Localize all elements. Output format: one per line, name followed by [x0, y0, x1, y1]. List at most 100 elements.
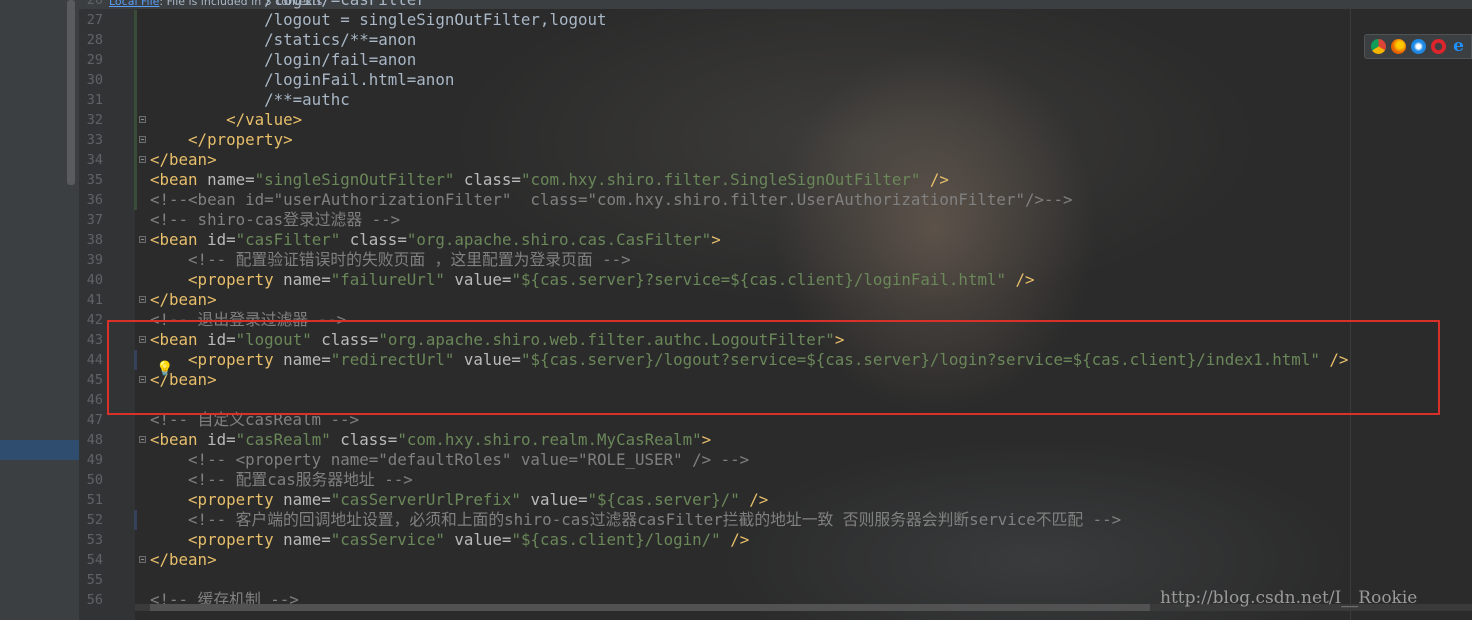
code-text: <!-- <property name="defaultRoles" value…	[150, 450, 749, 470]
code-line[interactable]: 48 <bean id="casRealm" class="com.hxy.shi…	[0, 430, 1472, 450]
vcs-change-marker[interactable]	[134, 190, 137, 210]
vcs-change-marker[interactable]	[134, 30, 137, 50]
code-line[interactable]: 49 <!-- <property name="defaultRoles" va…	[0, 450, 1472, 470]
code-text: <!--<bean id="userAuthorizationFilter" c…	[150, 190, 1073, 210]
code-line[interactable]: 27 /logout = singleSignOutFilter,logout	[0, 10, 1472, 30]
code-text: <property name="failureUrl" value="${cas…	[150, 270, 1035, 290]
line-number: 41	[86, 292, 103, 308]
line-number: 36	[86, 192, 103, 208]
code-text: /login/fail=anon	[150, 50, 416, 70]
code-line[interactable]: 38 <bean id="casFilter" class="org.apache…	[0, 230, 1472, 250]
fold-marker-icon[interactable]	[139, 116, 146, 123]
code-line[interactable]: 26 /login/=casFilter	[0, 0, 1472, 10]
code-token: "casServerUrlPrefix"	[330, 490, 531, 509]
code-line[interactable]: 53 <property name="casService" value="${…	[0, 530, 1472, 550]
code-line[interactable]: 34 </bean>	[0, 150, 1472, 170]
vcs-change-marker[interactable]	[134, 130, 137, 150]
line-number: 33	[86, 132, 103, 148]
code-text: <!-- 配置验证错误时的失败页面 ，这里配置为登录页面 -->	[150, 250, 631, 270]
code-token: </bean>	[150, 290, 217, 309]
line-number: 43	[86, 332, 103, 348]
code-text: <bean id="casFilter" class="org.apache.s…	[150, 230, 721, 250]
line-number: 53	[86, 532, 103, 548]
code-token: "failureUrl"	[330, 270, 455, 289]
vcs-change-marker[interactable]	[134, 90, 137, 110]
vcs-change-marker[interactable]	[134, 510, 137, 530]
code-line[interactable]: 30 /loginFail.html=anon	[0, 70, 1472, 90]
code-line[interactable]: 31 /**=authc	[0, 90, 1472, 110]
code-token: "singleSignOutFilter"	[254, 170, 464, 189]
code-token: name=	[283, 490, 331, 509]
line-number: 38	[86, 232, 103, 248]
code-line[interactable]: 29 /login/fail=anon	[0, 50, 1472, 70]
lightbulb-icon[interactable]: 💡	[156, 360, 173, 378]
code-text: </property>	[150, 130, 293, 150]
open-in-browser-bar: e	[1364, 34, 1472, 59]
code-token: "${cas.server}?service=${cas.client}/log…	[511, 270, 1016, 289]
code-line[interactable]: 54 </bean>	[0, 550, 1472, 570]
code-line[interactable]: 36 <!--<bean id="userAuthorizationFilter"…	[0, 190, 1472, 210]
fold-marker-icon[interactable]	[139, 436, 146, 443]
code-line[interactable]: 41 </bean>	[0, 290, 1472, 310]
code-token: <bean	[150, 170, 208, 189]
safari-icon[interactable]	[1411, 39, 1426, 54]
code-line[interactable]: 40 <property name="failureUrl" value="${…	[0, 270, 1472, 290]
line-number: 50	[86, 472, 103, 488]
line-number: 55	[86, 572, 103, 588]
code-token: class=	[349, 230, 407, 249]
opera-icon[interactable]	[1431, 39, 1446, 54]
code-token: id=	[207, 230, 236, 249]
code-token: "${cas.client}/login/"	[511, 530, 731, 549]
fold-marker-icon[interactable]	[139, 136, 146, 143]
code-token: <property	[150, 270, 284, 289]
line-number: 49	[86, 452, 103, 468]
code-token: </property>	[150, 130, 293, 149]
code-token: "com.hxy.shiro.filter.SingleSignOutFilte…	[520, 170, 930, 189]
code-line[interactable]: 52 <!-- 客户端的回调地址设置，必须和上面的shiro-cas过滤器cas…	[0, 510, 1472, 530]
code-text: /**=authc	[150, 90, 350, 110]
code-line[interactable]: 35 <bean name="singleSignOutFilter" class…	[0, 170, 1472, 190]
fold-marker-icon[interactable]	[139, 556, 146, 563]
vcs-change-marker[interactable]	[134, 110, 137, 130]
code-line[interactable]: 37 <!-- shiro-cas登录过滤器 -->	[0, 210, 1472, 230]
code-text: </bean>	[150, 290, 217, 310]
code-token: /loginFail.html=anon	[150, 70, 455, 89]
line-number: 47	[86, 412, 103, 428]
code-token: </bean>	[150, 550, 217, 569]
code-text: /logout = singleSignOutFilter,logout	[150, 10, 607, 30]
code-line[interactable]: 39 <!-- 配置验证错误时的失败页面 ，这里配置为登录页面 -->	[0, 250, 1472, 270]
code-token: /login/=casFilter	[150, 0, 426, 9]
fold-marker-icon[interactable]	[139, 236, 146, 243]
vcs-change-marker[interactable]	[134, 10, 137, 30]
line-number: 46	[86, 392, 103, 408]
line-number: 28	[86, 32, 103, 48]
line-number: 42	[86, 312, 103, 328]
vcs-change-marker[interactable]	[134, 50, 137, 70]
code-token: value=	[454, 530, 512, 549]
code-token: /login/fail=anon	[150, 50, 417, 69]
code-token: <!-- <property name="defaultRoles" value…	[150, 450, 750, 469]
code-line[interactable]: 50 <!-- 配置cas服务器地址 -->	[0, 470, 1472, 490]
code-token: />	[1015, 270, 1035, 289]
code-line[interactable]: 55	[0, 570, 1472, 590]
line-number: 52	[86, 512, 103, 528]
vcs-change-marker[interactable]	[134, 150, 137, 170]
firefox-icon[interactable]	[1391, 39, 1406, 54]
fold-marker-icon[interactable]	[139, 296, 146, 303]
chrome-icon[interactable]	[1371, 39, 1386, 54]
code-line[interactable]: 32 </value>	[0, 110, 1472, 130]
code-line[interactable]: 28 /statics/**=anon	[0, 30, 1472, 50]
code-token: "casFilter"	[235, 230, 350, 249]
line-number: 26	[86, 0, 103, 8]
line-number: 34	[86, 152, 103, 168]
horizontal-scrollbar-thumb[interactable]	[150, 604, 1150, 611]
vcs-change-marker[interactable]	[134, 170, 137, 190]
code-line[interactable]: 33 </property>	[0, 130, 1472, 150]
code-line[interactable]: 51 <property name="casServerUrlPrefix" v…	[0, 490, 1472, 510]
ie-icon[interactable]: e	[1451, 38, 1466, 55]
code-token: /logout = singleSignOutFilter,logout	[150, 10, 607, 29]
line-number: 40	[86, 272, 103, 288]
code-token: "${cas.server}/"	[587, 490, 750, 509]
vcs-change-marker[interactable]	[134, 70, 137, 90]
fold-marker-icon[interactable]	[139, 156, 146, 163]
